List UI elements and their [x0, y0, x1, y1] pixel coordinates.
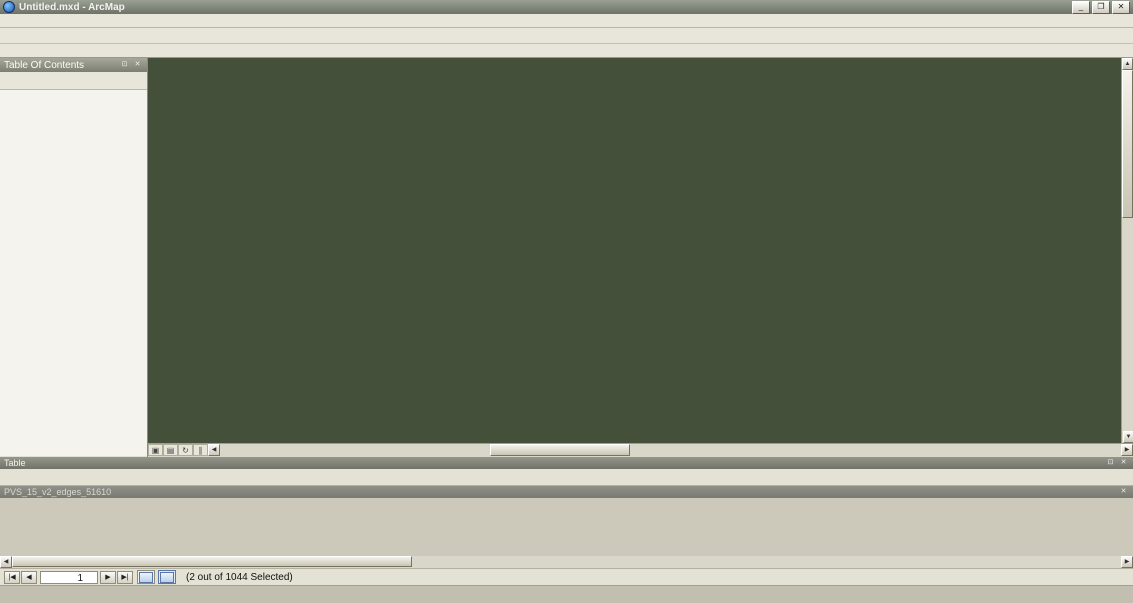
table-layer-bar: PVS_15_v2_edges_51610 ✕ [0, 486, 1133, 498]
toolbar-tools [0, 44, 1133, 58]
last-record-button[interactable]: ▶| [117, 571, 133, 584]
minimize-button[interactable]: _ [1072, 1, 1090, 14]
scroll-left-arrow[interactable]: ◀ [208, 444, 220, 456]
previous-record-button[interactable]: ◀ [21, 571, 37, 584]
close-button[interactable]: ✕ [1112, 1, 1130, 14]
next-record-button[interactable]: ▶ [100, 571, 116, 584]
title-bar: Untitled.mxd - ArcMap _ ❐ ✕ [0, 0, 1133, 14]
vscroll-thumb[interactable] [1122, 70, 1133, 218]
window-title: Untitled.mxd - ArcMap [19, 2, 1070, 13]
toc-close-icon[interactable]: ✕ [132, 60, 143, 70]
data-view-button[interactable]: ▣ [148, 444, 163, 456]
map-horizontal-scrollbar[interactable]: ▣ ▤ ↻ ∥ ◀ ▶ [148, 443, 1133, 457]
arcmap-app-icon [3, 1, 15, 13]
table-title-bar: Table ⊡ ✕ [0, 457, 1133, 469]
current-record-input[interactable]: 1 [40, 571, 98, 584]
toolbar-standard [0, 28, 1133, 44]
table-hscroll-thumb[interactable] [12, 556, 412, 567]
table-layer-name: PVS_15_v2_edges_51610 [4, 487, 1116, 497]
scroll-down-arrow[interactable]: ▼ [1123, 431, 1133, 443]
hscroll-thumb[interactable] [490, 444, 630, 456]
table-close-icon[interactable]: ✕ [1118, 458, 1129, 468]
toc-pin-icon[interactable]: ⊡ [119, 60, 130, 70]
toc-tree [0, 90, 147, 456]
table-of-contents-panel: Table Of Contents ⊡ ✕ [0, 58, 148, 457]
table-scroll-left-arrow[interactable]: ◀ [0, 556, 12, 568]
table-title: Table [4, 458, 1103, 468]
table-pin-icon[interactable]: ⊡ [1105, 458, 1116, 468]
arcmap-window: Untitled.mxd - ArcMap _ ❐ ✕ Table Of Con… [0, 0, 1133, 603]
selection-status: (2 out of 1044 Selected) [186, 572, 293, 583]
table-horizontal-scrollbar[interactable]: ◀ ▶ [0, 556, 1133, 568]
table-toolbar [0, 469, 1133, 486]
table-layer-close-icon[interactable]: ✕ [1118, 487, 1129, 497]
scroll-up-arrow[interactable]: ▲ [1122, 58, 1133, 70]
toc-toolbar [0, 72, 147, 90]
refresh-view-button[interactable]: ↻ [178, 444, 193, 456]
table-scroll-right-arrow[interactable]: ▶ [1121, 556, 1133, 568]
map-view[interactable]: ▲ ▼ ▣ ▤ ↻ ∥ ◀ ▶ [148, 58, 1133, 457]
layout-view-button[interactable]: ▤ [163, 444, 178, 456]
toc-title: Table Of Contents [4, 60, 117, 71]
attribute-table-panel: Table ⊡ ✕ PVS_15_v2_edges_51610 ✕ ◀ ▶ |◀… [0, 457, 1133, 603]
menu-bar [0, 14, 1133, 28]
pause-drawing-button[interactable]: ∥ [193, 444, 208, 456]
show-selected-records-button[interactable] [158, 570, 176, 584]
first-record-button[interactable]: |◀ [4, 571, 20, 584]
scroll-right-arrow[interactable]: ▶ [1121, 444, 1133, 456]
record-navigation-bar: |◀ ◀ 1 ▶ ▶| (2 out of 1044 Selected) [0, 568, 1133, 585]
map-vertical-scrollbar[interactable]: ▲ ▼ [1121, 58, 1133, 443]
show-all-records-button[interactable] [137, 570, 155, 584]
toc-title-bar: Table Of Contents ⊡ ✕ [0, 58, 147, 72]
table-tabs [0, 585, 1133, 603]
restore-button[interactable]: ❐ [1092, 1, 1110, 14]
map-canvas[interactable] [148, 58, 1121, 443]
